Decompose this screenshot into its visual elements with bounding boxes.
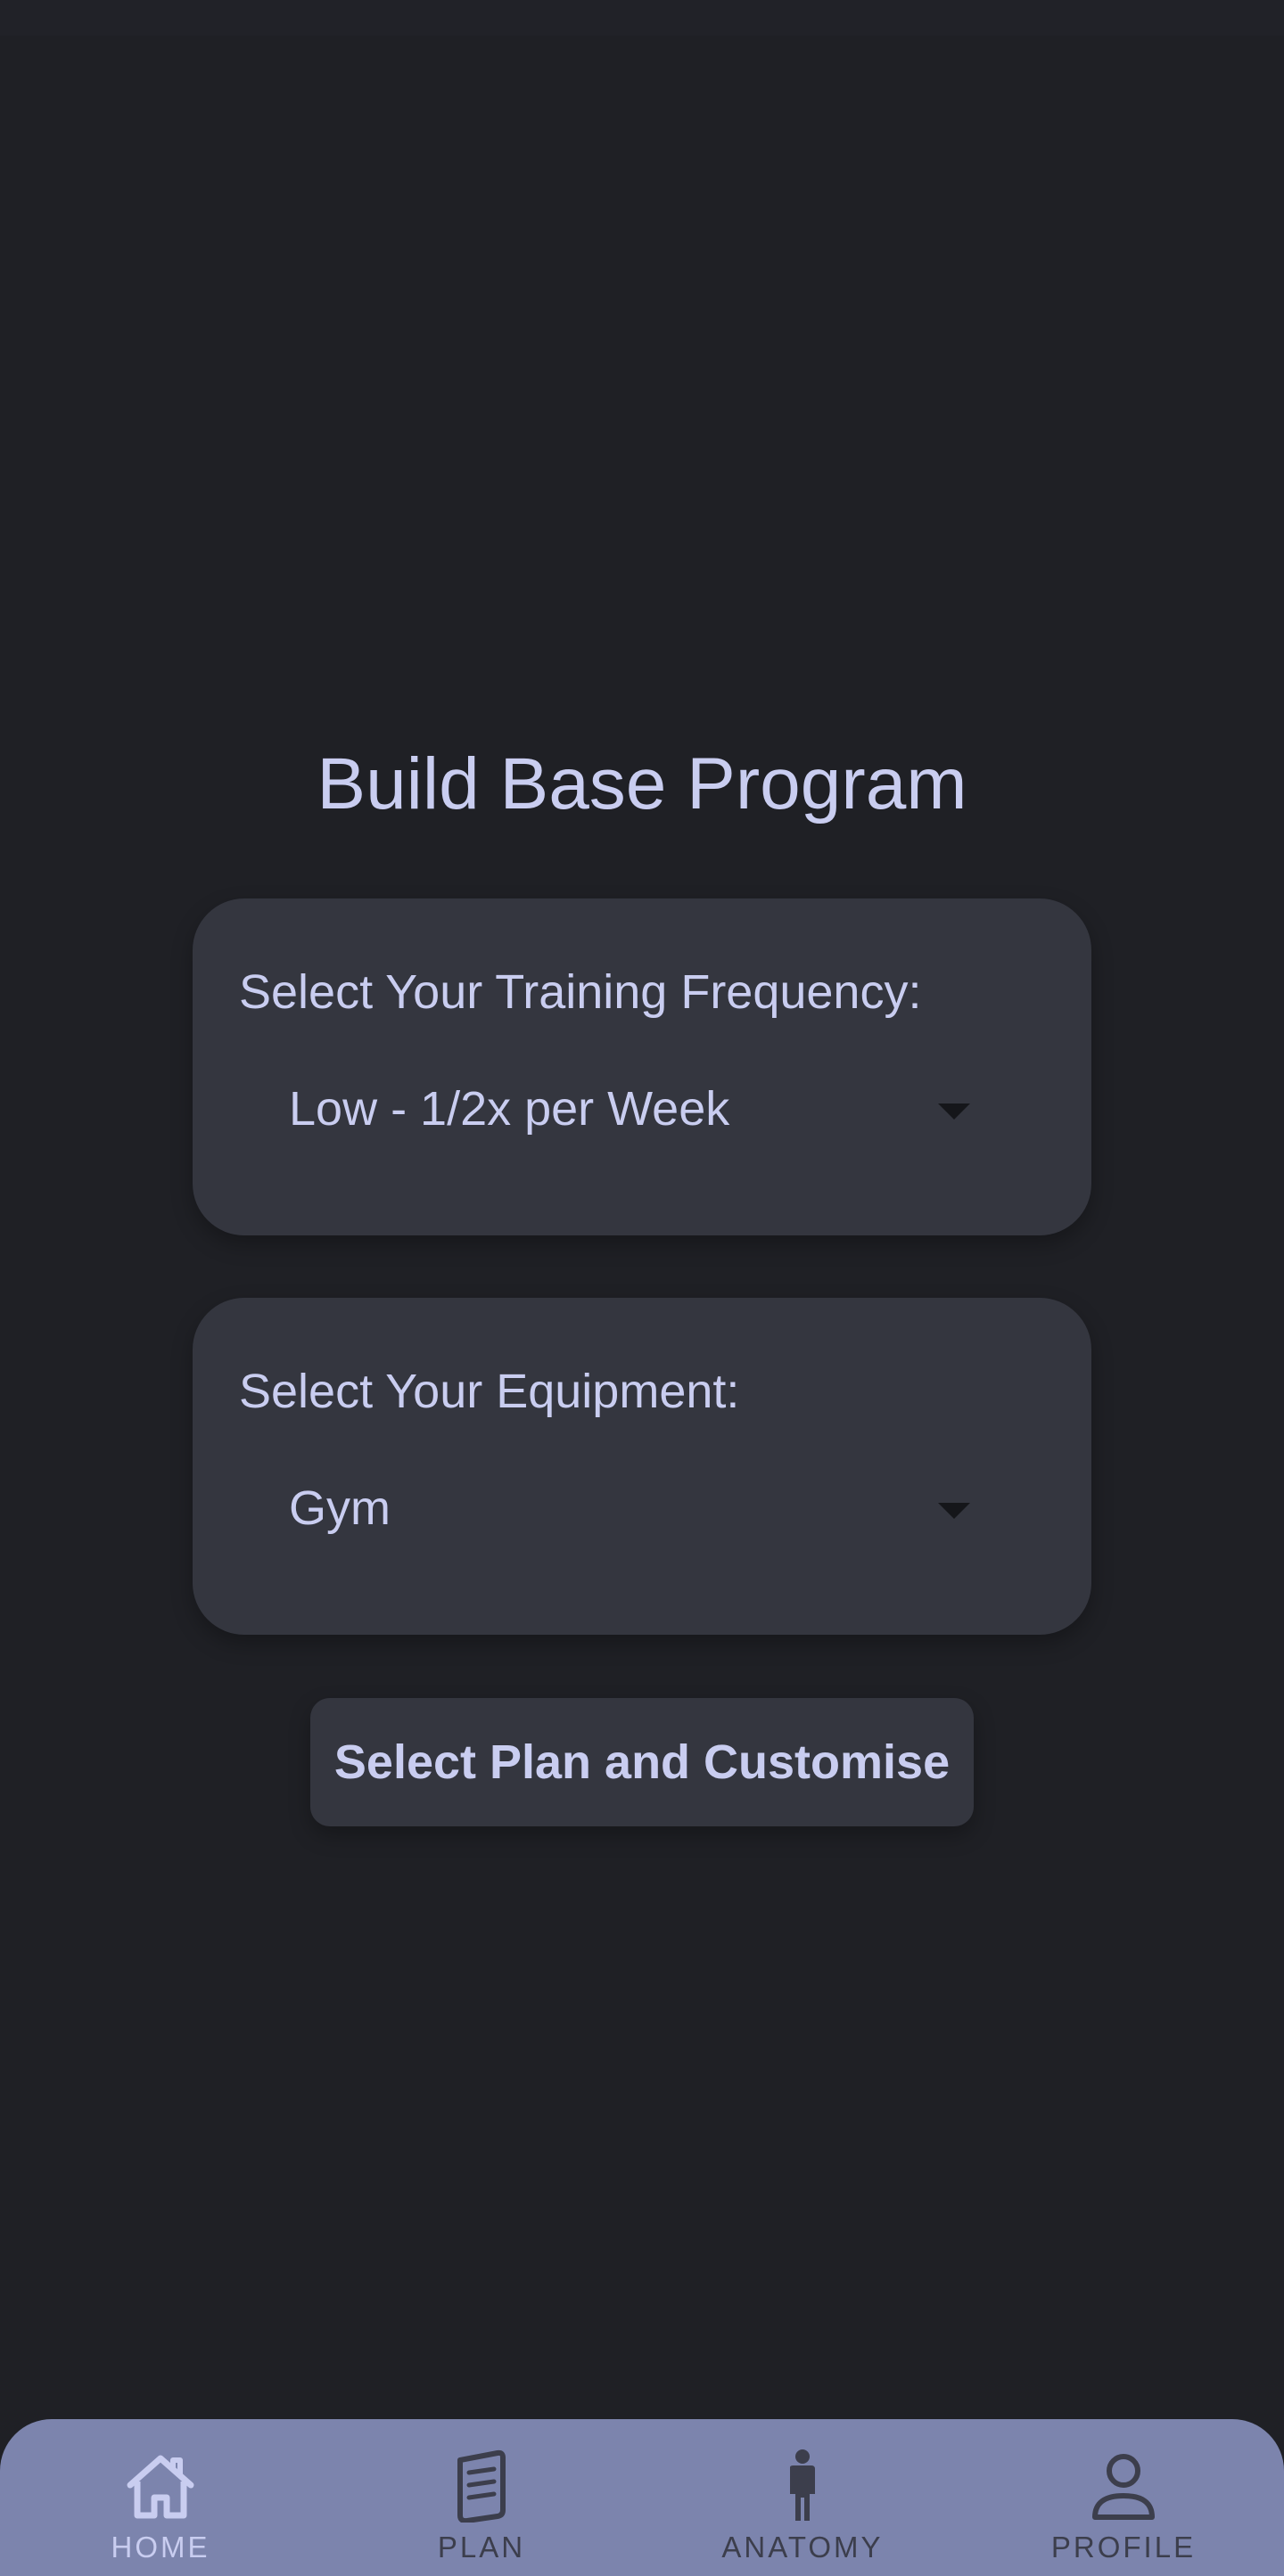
page-title: Build Base Program [317, 743, 967, 824]
status-bar [0, 0, 1284, 36]
bottom-navigation: HOME PLAN ANATOMY PROFILE [0, 2419, 1284, 2576]
nav-label-home: HOME [111, 2531, 210, 2564]
equipment-label: Select Your Equipment: [239, 1365, 740, 1418]
nav-label-anatomy: ANATOMY [721, 2531, 884, 2564]
nav-item-anatomy[interactable]: ANATOMY [642, 2419, 963, 2576]
nav-item-profile[interactable]: PROFILE [963, 2419, 1284, 2576]
nav-item-home[interactable]: HOME [0, 2419, 321, 2576]
training-frequency-dropdown[interactable]: Low - 1/2x per Week [264, 1066, 1020, 1152]
dropdown-arrow-icon [938, 1503, 970, 1519]
nav-item-plan[interactable]: PLAN [321, 2419, 642, 2576]
home-icon [123, 2448, 198, 2523]
dropdown-arrow-icon [938, 1103, 970, 1120]
training-frequency-label: Select Your Training Frequency: [239, 965, 922, 1019]
training-frequency-card: Select Your Training Frequency: Low - 1/… [193, 898, 1091, 1235]
training-frequency-value: Low - 1/2x per Week [289, 1082, 730, 1136]
document-icon [444, 2448, 519, 2523]
select-plan-button[interactable]: Select Plan and Customise [310, 1698, 974, 1826]
profile-icon [1086, 2448, 1161, 2523]
equipment-dropdown[interactable]: Gym [264, 1465, 1020, 1551]
nav-label-plan: PLAN [437, 2531, 526, 2564]
equipment-card: Select Your Equipment: Gym [193, 1298, 1091, 1635]
nav-label-profile: PROFILE [1050, 2531, 1197, 2564]
equipment-value: Gym [289, 1481, 391, 1535]
person-icon [765, 2448, 840, 2523]
